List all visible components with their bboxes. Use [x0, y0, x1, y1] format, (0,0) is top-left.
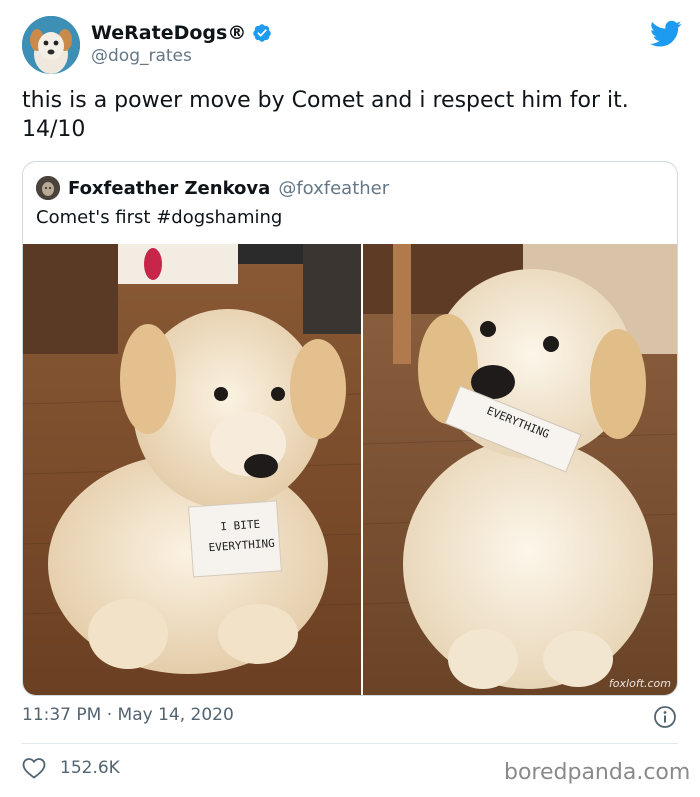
- quoted-tweet-text: Comet's first #dogshaming: [36, 207, 283, 228]
- quoted-photos: I BITE EVERYTHING EVERYTHING foxloft.com: [23, 244, 677, 695]
- tweet-timestamp[interactable]: 11:37 PM · May 14, 2020: [22, 705, 234, 725]
- quoted-author-name[interactable]: Foxfeather Zenkova: [68, 178, 270, 199]
- quoted-tweet-header: Foxfeather Zenkova @foxfeather: [36, 176, 389, 200]
- author-display-name[interactable]: WeRateDogs®: [91, 22, 246, 44]
- photo-puppy-sitting[interactable]: I BITE EVERYTHING: [23, 244, 361, 695]
- info-icon[interactable]: [653, 705, 677, 729]
- verified-badge-icon: [253, 24, 272, 42]
- photo-watermark: foxloft.com: [608, 677, 671, 690]
- footer-divider: [22, 743, 678, 744]
- like-count: 152.6K: [60, 758, 120, 778]
- tweet-text: this is a power move by Comet and i resp…: [22, 88, 629, 142]
- shame-sign-left: I BITE EVERYTHING: [200, 513, 283, 558]
- author-name-row[interactable]: WeRateDogs®: [91, 22, 272, 44]
- author-handle[interactable]: @dog_rates: [91, 46, 192, 66]
- quoted-author-handle[interactable]: @foxfeather: [278, 178, 389, 199]
- twitter-bird-icon[interactable]: [650, 20, 682, 48]
- tweet-header: WeRateDogs® @dog_rates: [22, 16, 682, 76]
- quoted-tweet-card[interactable]: Foxfeather Zenkova @foxfeather Comet's f…: [22, 161, 678, 696]
- quoted-author-avatar[interactable]: [36, 176, 60, 200]
- like-action[interactable]: 152.6K: [22, 757, 120, 779]
- photo-puppy-with-sign-in-mouth[interactable]: EVERYTHING foxloft.com: [363, 244, 677, 695]
- author-avatar[interactable]: [22, 16, 80, 74]
- heart-icon[interactable]: [22, 757, 46, 779]
- boredpanda-watermark: boredpanda.com: [504, 760, 691, 785]
